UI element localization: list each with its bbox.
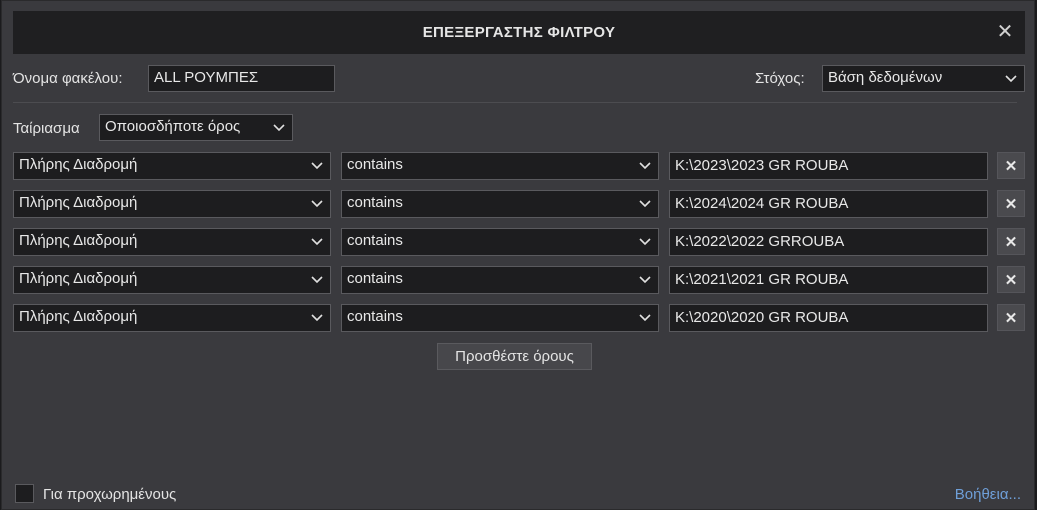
rule-operator-select[interactable]: contains <box>341 152 659 180</box>
chevron-down-icon <box>638 267 652 293</box>
rule-value-input[interactable]: K:\2020\2020 GR ROUBA <box>669 304 988 332</box>
chevron-down-icon <box>638 153 652 179</box>
rule-operator-value: contains <box>347 194 403 211</box>
rule-operator-select[interactable]: contains <box>341 228 659 256</box>
rule-field-select[interactable]: Πλήρης Διαδρομή <box>13 190 331 218</box>
match-select-value: Οποιοσδήποτε όρος <box>105 118 241 135</box>
dialog-titlebar: ΕΠΕΞΕΡΓΑΣΤΗΣ ΦΙΛΤΡΟΥ ✕ <box>13 11 1025 54</box>
match-select[interactable]: Οποιοσδήποτε όρος <box>99 114 293 141</box>
rule-value-input[interactable]: K:\2021\2021 GR ROUBA <box>669 266 988 294</box>
chevron-down-icon <box>310 191 324 217</box>
advanced-label: Για προχωρημένους <box>43 486 177 503</box>
chevron-down-icon <box>638 229 652 255</box>
rule-operator-select[interactable]: contains <box>341 190 659 218</box>
separator <box>13 102 1017 103</box>
rule-value-input[interactable]: K:\2023\2023 GR ROUBA <box>669 152 988 180</box>
rule-field-value: Πλήρης Διαδρομή <box>19 156 138 173</box>
delete-rule-button[interactable]: ✕ <box>997 190 1025 217</box>
rule-field-value: Πλήρης Διαδρομή <box>19 194 138 211</box>
advanced-checkbox[interactable] <box>15 484 34 503</box>
delete-rule-button[interactable]: ✕ <box>997 304 1025 331</box>
rule-operator-value: contains <box>347 270 403 287</box>
rule-value-input[interactable]: K:\2024\2024 GR ROUBA <box>669 190 988 218</box>
target-select-value: Βάση δεδομένων <box>828 69 943 86</box>
rule-value-input[interactable]: K:\2022\2022 GRROUBA <box>669 228 988 256</box>
target-select[interactable]: Βάση δεδομένων <box>822 65 1025 92</box>
rule-field-value: Πλήρης Διαδρομή <box>19 270 138 287</box>
close-icon[interactable]: ✕ <box>995 22 1015 42</box>
rule-field-value: Πλήρης Διαδρομή <box>19 308 138 325</box>
chevron-down-icon <box>1004 66 1018 91</box>
chevron-down-icon <box>272 115 286 140</box>
rule-field-select[interactable]: Πλήρης Διαδρομή <box>13 228 331 256</box>
chevron-down-icon <box>638 191 652 217</box>
chevron-down-icon <box>310 229 324 255</box>
folder-name-label: Όνομα φακέλου: <box>13 70 123 87</box>
rule-field-select[interactable]: Πλήρης Διαδρομή <box>13 266 331 294</box>
folder-name-input[interactable]: ALL ΡΟΥΜΠΕΣ <box>148 65 335 92</box>
rule-operator-value: contains <box>347 232 403 249</box>
chevron-down-icon <box>638 305 652 331</box>
help-link[interactable]: Βοήθεια... <box>955 486 1021 503</box>
rule-field-select[interactable]: Πλήρης Διαδρομή <box>13 304 331 332</box>
rule-field-value: Πλήρης Διαδρομή <box>19 232 138 249</box>
chevron-down-icon <box>310 305 324 331</box>
chevron-down-icon <box>310 153 324 179</box>
rule-operator-select[interactable]: contains <box>341 304 659 332</box>
delete-rule-button[interactable]: ✕ <box>997 266 1025 293</box>
rule-operator-value: contains <box>347 308 403 325</box>
rule-field-select[interactable]: Πλήρης Διαδρομή <box>13 152 331 180</box>
match-label: Ταίριασμα <box>13 120 80 137</box>
target-label: Στόχος: <box>755 70 805 87</box>
dialog-title: ΕΠΕΞΕΡΓΑΣΤΗΣ ΦΙΛΤΡΟΥ <box>422 24 616 41</box>
filter-editor-dialog: ΕΠΕΞΕΡΓΑΣΤΗΣ ΦΙΛΤΡΟΥ ✕ Όνομα φακέλου: AL… <box>1 0 1035 510</box>
add-rule-button[interactable]: Προσθέστε όρους <box>437 343 592 370</box>
delete-rule-button[interactable]: ✕ <box>997 228 1025 255</box>
chevron-down-icon <box>310 267 324 293</box>
delete-rule-button[interactable]: ✕ <box>997 152 1025 179</box>
rule-operator-value: contains <box>347 156 403 173</box>
rule-operator-select[interactable]: contains <box>341 266 659 294</box>
